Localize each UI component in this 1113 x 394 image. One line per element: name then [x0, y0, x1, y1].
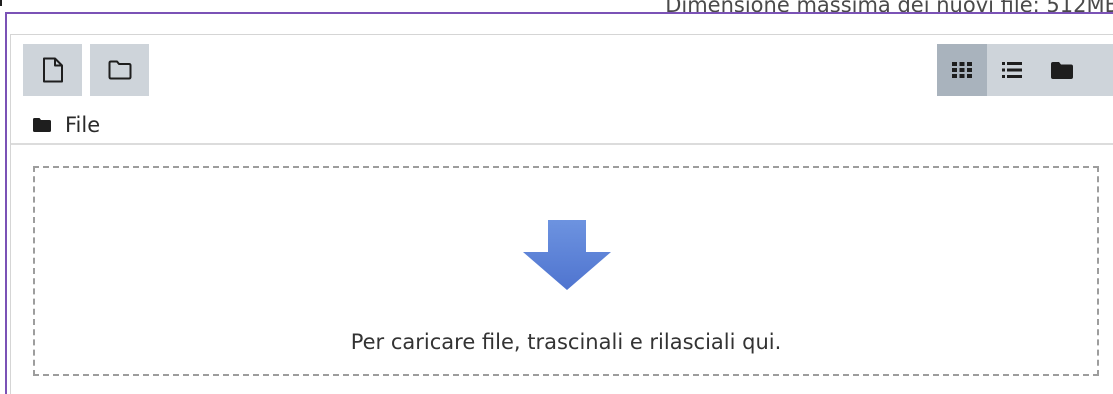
edge-line: [0, 0, 7, 6]
file-icon: [42, 57, 63, 83]
folder-icon: [108, 60, 131, 80]
view-mode-group: [937, 44, 1113, 96]
file-manager-page: Dimensione massima dei nuovi file: 512MB: [0, 0, 1113, 394]
grid-icon: [952, 62, 972, 78]
dropzone-instructions: Per caricare file, trascinali e rilascia…: [350, 330, 782, 354]
breadcrumb-root-label[interactable]: File: [65, 113, 100, 137]
file-dropzone[interactable]: Per caricare file, trascinali e rilascia…: [33, 166, 1099, 376]
add-file-button[interactable]: [23, 44, 82, 96]
folder-filled-icon: [1051, 61, 1073, 79]
folder-filled-icon: [33, 118, 51, 132]
divider: [11, 143, 1113, 145]
file-manager: File Per caricare file, trascinali e ril…: [10, 34, 1113, 394]
view-details-button[interactable]: [987, 44, 1037, 96]
arrow-down-icon: [523, 220, 611, 290]
view-tree-button[interactable]: [1037, 44, 1113, 96]
list-icon: [1002, 62, 1022, 78]
breadcrumb: File: [33, 111, 100, 139]
view-icons-button[interactable]: [937, 44, 987, 96]
create-folder-button[interactable]: [90, 44, 149, 96]
